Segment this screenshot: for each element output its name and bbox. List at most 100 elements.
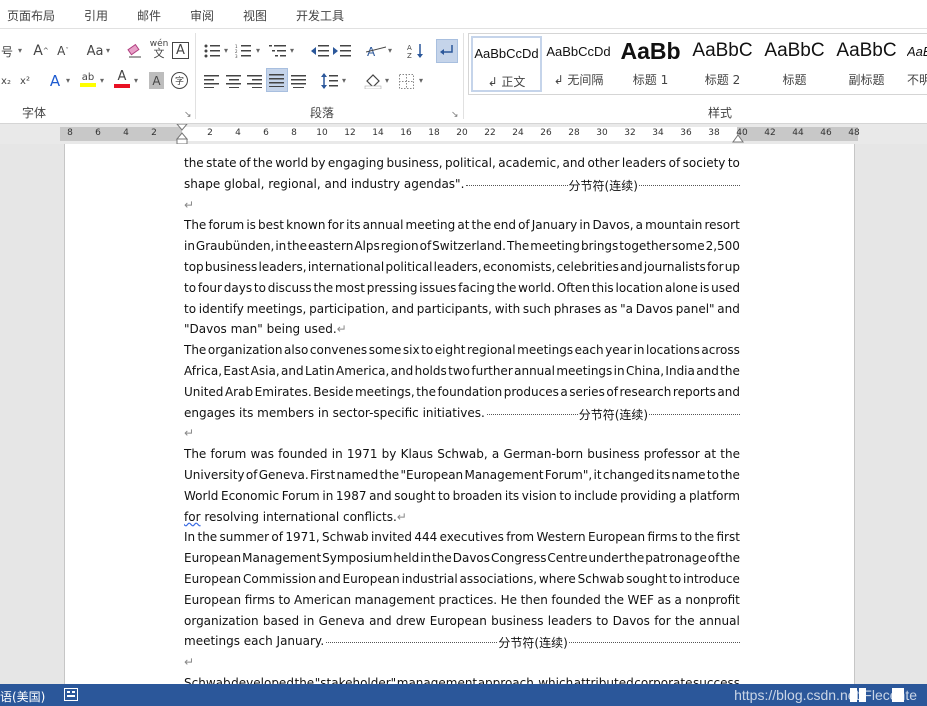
tab-page-layout[interactable]: 页面布局 <box>7 7 55 24</box>
word: to <box>559 488 572 503</box>
proofing-icon[interactable] <box>64 688 78 701</box>
character-border-button[interactable]: A <box>172 42 189 59</box>
tab-references[interactable]: 引用 <box>84 7 108 24</box>
justify-button[interactable] <box>266 68 288 92</box>
sort-button[interactable]: AZ <box>406 40 426 62</box>
word: Davos <box>612 613 650 628</box>
text-effects-dropdown-icon[interactable]: ▾ <box>66 76 70 85</box>
word: society <box>682 156 726 170</box>
style-subtle-emphasis[interactable]: AaBb 不明 <box>903 36 927 92</box>
word: of <box>419 239 432 254</box>
word: the <box>604 592 625 607</box>
word: for <box>327 218 345 233</box>
align-center-button[interactable] <box>225 70 243 92</box>
style-name: 副标题 <box>848 73 885 87</box>
paragraph-dialog-launcher-icon[interactable]: ↘ <box>451 110 459 120</box>
highlight-button[interactable]: ab <box>78 68 98 90</box>
ribbon-tab-bar: 页面布局 引用 邮件 审阅 视图 开发工具 <box>0 0 927 28</box>
word: to <box>438 488 451 503</box>
subscript-button[interactable]: x₂ <box>0 70 12 92</box>
word: the <box>416 384 436 399</box>
tab-view[interactable]: 视图 <box>243 7 267 24</box>
grow-font-button[interactable]: A ^ <box>32 40 50 62</box>
right-indent-marker-icon[interactable] <box>732 132 744 144</box>
text-line: Africa, East Asia, and Latin America, and holds… <box>184 364 740 378</box>
word: international <box>307 260 385 274</box>
distributed-button[interactable] <box>290 70 308 92</box>
show-formatting-marks-button[interactable] <box>436 39 458 63</box>
bullets-button[interactable] <box>203 40 221 62</box>
numbering-dropdown-icon[interactable]: ▾ <box>256 46 260 55</box>
align-right-button[interactable] <box>246 70 264 92</box>
change-case-dropdown-icon[interactable]: ▾ <box>106 46 110 55</box>
section-break-line <box>649 413 740 415</box>
word: business <box>204 260 258 274</box>
increase-indent-button[interactable] <box>332 40 352 62</box>
character-shading-icon: A <box>152 73 161 88</box>
shading-dropdown-icon[interactable]: ▾ <box>385 76 389 85</box>
font-color-dropdown-icon[interactable]: ▾ <box>134 76 138 85</box>
word: invited <box>370 530 413 545</box>
tab-developer[interactable]: 开发工具 <box>296 7 344 24</box>
word: its <box>504 488 520 503</box>
document-page[interactable]: the state of the world by engaging business, pol… <box>64 144 855 690</box>
chinese-layout-dropdown-icon[interactable]: ▾ <box>388 46 392 55</box>
spelling-squiggle[interactable]: for <box>184 510 201 524</box>
word: nonprofit <box>685 592 740 607</box>
language-indicator[interactable]: 语(美国) <box>0 688 45 705</box>
superscript-button[interactable]: x² <box>18 70 32 92</box>
style-no-spacing[interactable]: AaBbCcDd ↲ 无间隔 <box>543 36 614 92</box>
ruler-number: 8 <box>291 128 297 138</box>
numbering-icon: 123 <box>235 44 251 58</box>
word: Forum <box>281 488 320 503</box>
phonetic-guide-button[interactable]: wén 文 <box>150 38 169 60</box>
tab-review[interactable]: 审阅 <box>190 7 214 24</box>
word: at <box>704 447 717 462</box>
align-left-button[interactable] <box>203 70 221 92</box>
font-color-button[interactable]: A <box>113 68 131 90</box>
shading-button[interactable] <box>363 70 383 92</box>
multilevel-list-button[interactable] <box>268 40 288 62</box>
highlight-dropdown-icon[interactable]: ▾ <box>100 76 104 85</box>
borders-button[interactable] <box>397 70 415 92</box>
font-size-dropdown-icon[interactable]: ▾ <box>18 46 22 55</box>
ruler-number: 2 <box>151 128 157 138</box>
word: European <box>184 592 242 607</box>
indent-marker-icon[interactable] <box>176 124 188 144</box>
shrink-font-button[interactable]: Aˇ <box>55 40 71 62</box>
word: known <box>286 218 326 233</box>
style-title[interactable]: AaBbC 标题 <box>759 36 830 92</box>
text-effects-button[interactable]: A <box>46 70 64 92</box>
line-spacing-button[interactable] <box>320 70 340 92</box>
style-heading-2[interactable]: AaBbC 标题 2 <box>687 36 758 92</box>
multilevel-list-dropdown-icon[interactable]: ▾ <box>290 46 294 55</box>
decrease-indent-button[interactable] <box>310 40 330 62</box>
numbering-button[interactable]: 123 <box>234 40 252 62</box>
clear-formatting-button[interactable] <box>126 40 144 62</box>
word: introduce <box>683 572 740 586</box>
group-separator <box>195 33 196 119</box>
word: Beside <box>313 384 354 399</box>
word: as <box>603 301 618 316</box>
style-subtitle[interactable]: AaBbC 副标题 <box>831 36 902 92</box>
bullets-dropdown-icon[interactable]: ▾ <box>224 46 228 55</box>
style-heading-1[interactable]: AaBb 标题 1 <box>615 36 686 92</box>
ruler-number: 22 <box>484 128 496 138</box>
style-normal[interactable]: AaBbCcDd ↲ 正文 <box>471 36 542 92</box>
return-arrow-icon <box>440 45 453 55</box>
character-shading-button[interactable]: A <box>149 72 164 89</box>
word: meetings <box>556 364 613 378</box>
section-break-label: 分节符(连续) <box>498 636 568 651</box>
horizontal-ruler[interactable]: 8 6 4 2 2 4 6 8 10 12 14 16 18 20 22 24 26 28 30 32 34 36 38 40… <box>0 124 927 144</box>
tab-mailings[interactable]: 邮件 <box>137 7 161 24</box>
line-spacing-dropdown-icon[interactable]: ▾ <box>342 76 346 85</box>
font-dialog-launcher-icon[interactable]: ↘ <box>184 110 192 120</box>
text-line: ↵ <box>184 426 740 440</box>
enclose-characters-button[interactable]: 字 <box>171 72 188 89</box>
font-size-box[interactable]: 号 <box>0 40 14 62</box>
chinese-layout-button[interactable]: A <box>365 40 387 62</box>
change-case-button[interactable]: Aa <box>84 40 106 62</box>
borders-dropdown-icon[interactable]: ▾ <box>419 76 423 85</box>
word: is <box>699 280 710 295</box>
word: Alps <box>354 239 380 254</box>
